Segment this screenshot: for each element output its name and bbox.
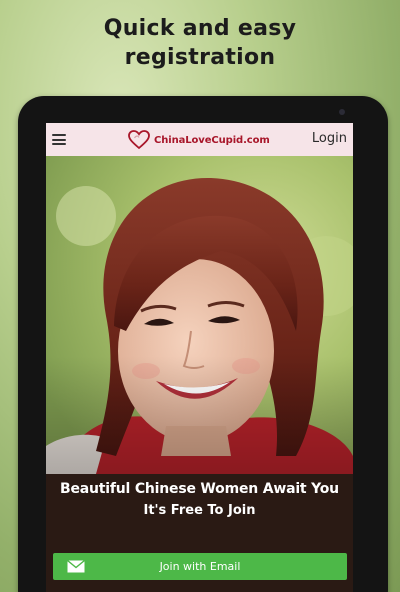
brand-name: ChinaLoveCupid.com	[154, 134, 270, 146]
hero-subhead: It's Free To Join	[143, 503, 256, 518]
envelope-icon	[67, 560, 85, 573]
hamburger-icon[interactable]	[52, 134, 66, 145]
brand-logo[interactable]: ChinaLoveCupid.com	[128, 130, 270, 150]
app-screen: ChinaLoveCupid.com Login Beautiful Chine…	[46, 123, 353, 592]
promo-line-2: registration	[124, 45, 276, 70]
join-with-email-button[interactable]: Join with Email	[53, 553, 347, 580]
camera-icon	[339, 109, 345, 115]
hero-text: Beautiful Chinese Women Await You It's F…	[46, 481, 353, 518]
join-with-email-label: Join with Email	[159, 560, 241, 573]
app-bar: ChinaLoveCupid.com Login	[46, 123, 353, 156]
hero-photo	[46, 156, 353, 474]
promo-line-1: Quick and easy	[103, 16, 297, 41]
heart-logo-icon	[128, 130, 150, 150]
hero-headline: Beautiful Chinese Women Await You	[60, 481, 339, 497]
promo-caption: Quick and easy registration	[0, 14, 400, 72]
login-link[interactable]: Login	[312, 131, 347, 146]
